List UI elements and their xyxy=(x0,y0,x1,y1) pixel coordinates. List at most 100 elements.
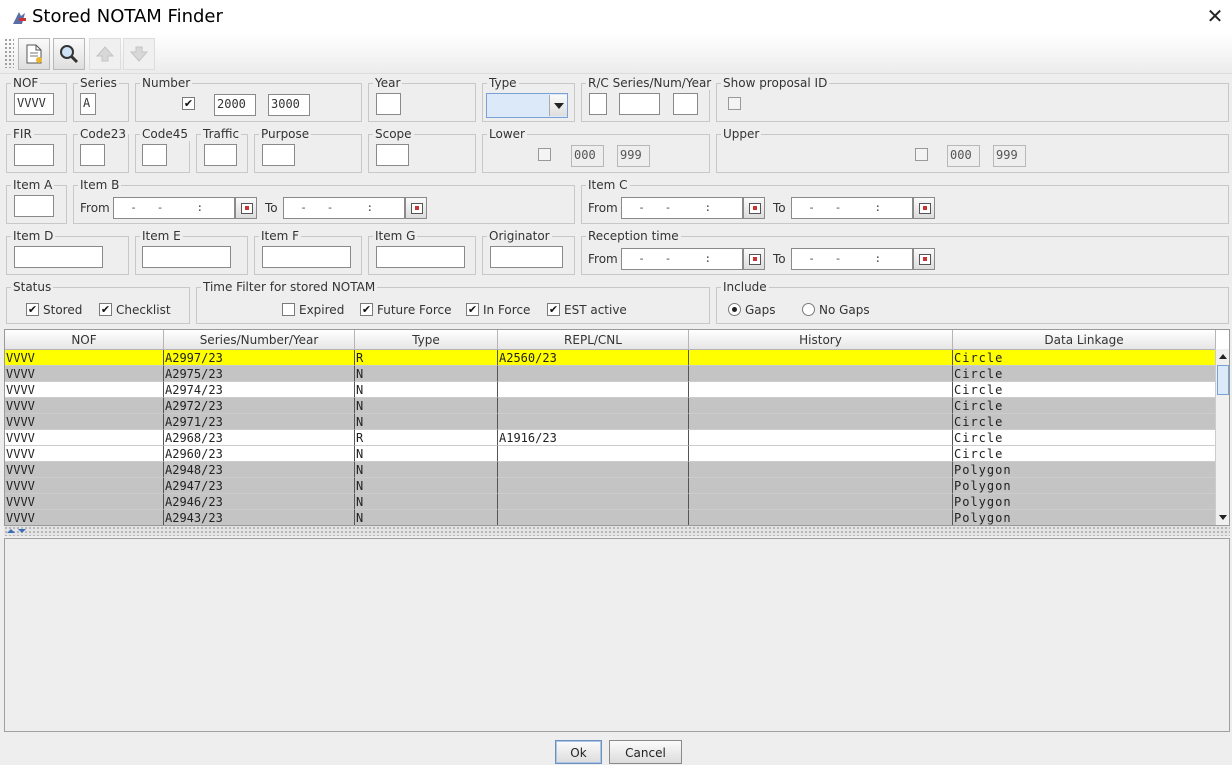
move-down-button[interactable] xyxy=(123,38,155,70)
new-document-button[interactable] xyxy=(18,38,50,70)
close-icon[interactable]: ✕ xyxy=(1204,6,1226,28)
traffic-input[interactable] xyxy=(204,144,237,166)
table-row[interactable]: VVVV A2974/23 N Circle xyxy=(5,382,1216,398)
originator-input[interactable] xyxy=(490,246,563,268)
upper-to-input[interactable]: 999 xyxy=(993,145,1026,167)
table-row[interactable]: VVVV A2946/23 N Polygon xyxy=(5,494,1216,510)
item-g-input[interactable] xyxy=(376,246,465,268)
checklist-checkbox[interactable]: ✔ xyxy=(99,303,112,316)
table-scrollbar[interactable] xyxy=(1215,349,1229,525)
cell-data-linkage: Polygon xyxy=(953,462,1216,478)
code45-input[interactable] xyxy=(142,144,167,166)
item-c-from-calendar-icon[interactable] xyxy=(743,197,765,219)
cancel-button[interactable]: Cancel xyxy=(609,740,682,764)
table-row[interactable]: VVVV A2948/23 N Polygon xyxy=(5,462,1216,478)
cell-data-linkage: Circle xyxy=(953,446,1216,462)
header-col-series-number-year[interactable]: Series/Number/Year xyxy=(164,330,355,350)
header-col-data-linkage[interactable]: Data Linkage xyxy=(953,330,1216,350)
number-from-input[interactable]: 2000 xyxy=(214,94,256,116)
item-f-input[interactable] xyxy=(262,246,351,268)
table-row[interactable]: VVVV A2975/23 N Circle xyxy=(5,366,1216,382)
rc-number-input[interactable] xyxy=(619,93,660,115)
fir-input[interactable] xyxy=(14,144,54,166)
scope-input[interactable] xyxy=(376,144,409,166)
header-col-nof[interactable]: NOF xyxy=(5,330,164,350)
proposal-checkbox[interactable] xyxy=(728,97,741,110)
item-b-to-input[interactable]: - - : xyxy=(283,197,405,219)
stored-label: Stored xyxy=(43,303,83,317)
no-gaps-label: No Gaps xyxy=(819,303,870,317)
code23-input[interactable] xyxy=(80,144,105,166)
series-label: Series xyxy=(78,76,119,90)
item-b-to-calendar-icon[interactable] xyxy=(405,197,427,219)
est-active-checkbox[interactable]: ✔ xyxy=(547,303,560,316)
new-document-icon xyxy=(26,44,42,64)
item-d-label: Item D xyxy=(11,229,56,243)
cell-type: N xyxy=(355,398,498,414)
nof-input[interactable]: VVVV xyxy=(14,93,54,115)
scroll-down-icon[interactable] xyxy=(1218,511,1228,521)
item-a-input[interactable] xyxy=(14,195,54,217)
rc-series-input[interactable] xyxy=(589,93,607,115)
item-e-label: Item E xyxy=(140,229,183,243)
lower-from-input[interactable]: 000 xyxy=(571,145,604,167)
collapse-arrows-icon[interactable] xyxy=(6,527,28,535)
cell-type: N xyxy=(355,494,498,510)
number-to-input[interactable]: 3000 xyxy=(268,94,310,116)
chevron-down-icon[interactable] xyxy=(549,95,567,116)
item-c-to-calendar-icon[interactable] xyxy=(913,197,935,219)
upper-checkbox[interactable] xyxy=(915,148,928,161)
purpose-input[interactable] xyxy=(262,144,295,166)
scroll-thumb[interactable] xyxy=(1217,365,1229,395)
expired-checkbox[interactable] xyxy=(282,303,295,316)
upper-label: Upper xyxy=(721,127,762,141)
cell-history xyxy=(689,350,953,366)
item-b-from-label: From xyxy=(80,201,110,215)
series-input[interactable]: A xyxy=(80,93,96,115)
year-input[interactable] xyxy=(376,93,401,115)
reception-from-input[interactable]: - - : xyxy=(621,248,743,270)
ok-button[interactable]: Ok xyxy=(555,740,602,764)
move-up-button[interactable] xyxy=(89,38,121,70)
type-dropdown[interactable] xyxy=(486,93,568,118)
stored-checkbox[interactable]: ✔ xyxy=(26,303,39,316)
time-filter-label: Time Filter for stored NOTAM xyxy=(201,280,378,294)
item-c-from-label: From xyxy=(588,201,618,215)
item-b-from-calendar-icon[interactable] xyxy=(235,197,257,219)
item-d-input[interactable] xyxy=(14,246,103,268)
no-gaps-radio[interactable] xyxy=(802,303,815,316)
reception-from-calendar-icon[interactable] xyxy=(743,248,765,270)
table-row[interactable]: VVVV A2943/23 N Polygon xyxy=(5,510,1216,525)
split-pane-divider[interactable] xyxy=(4,526,1230,536)
table-row[interactable]: VVVV A2960/23 N Circle xyxy=(5,446,1216,462)
gaps-radio[interactable] xyxy=(728,303,741,316)
table-row[interactable]: VVVV A2947/23 N Polygon xyxy=(5,478,1216,494)
lower-checkbox[interactable] xyxy=(538,148,551,161)
toolbar-grip[interactable] xyxy=(4,38,14,68)
cell-history xyxy=(689,446,953,462)
item-b-from-input[interactable]: - - : xyxy=(113,197,235,219)
header-col-type[interactable]: Type xyxy=(355,330,498,350)
item-e-input[interactable] xyxy=(142,246,231,268)
table-row[interactable]: VVVV A2972/23 N Circle xyxy=(5,398,1216,414)
item-c-to-input[interactable]: - - : xyxy=(791,197,913,219)
table-row[interactable]: VVVV A2968/23 R A1916/23 Circle xyxy=(5,430,1216,446)
header-col-history[interactable]: History xyxy=(689,330,953,350)
rc-label: R/C Series/Num/Year xyxy=(586,76,714,90)
item-c-from-input[interactable]: - - : xyxy=(621,197,743,219)
future-force-checkbox[interactable]: ✔ xyxy=(360,303,373,316)
number-checkbox[interactable]: ✔ xyxy=(182,97,195,110)
table-row[interactable]: VVVV A2997/23 R A2560/23 Circle xyxy=(5,350,1216,366)
reception-to-calendar-icon[interactable] xyxy=(913,248,935,270)
in-force-checkbox[interactable]: ✔ xyxy=(466,303,479,316)
scroll-up-icon[interactable] xyxy=(1218,351,1228,361)
cell-repl-cnl xyxy=(498,462,689,478)
reception-to-input[interactable]: - - : xyxy=(791,248,913,270)
code23-label: Code23 xyxy=(78,127,128,141)
rc-year-input[interactable] xyxy=(673,93,698,115)
upper-from-input[interactable]: 000 xyxy=(947,145,980,167)
lower-to-input[interactable]: 999 xyxy=(617,145,650,167)
table-row[interactable]: VVVV A2971/23 N Circle xyxy=(5,414,1216,430)
header-col-repl-cnl[interactable]: REPL/CNL xyxy=(498,330,689,350)
search-button[interactable] xyxy=(53,38,85,70)
